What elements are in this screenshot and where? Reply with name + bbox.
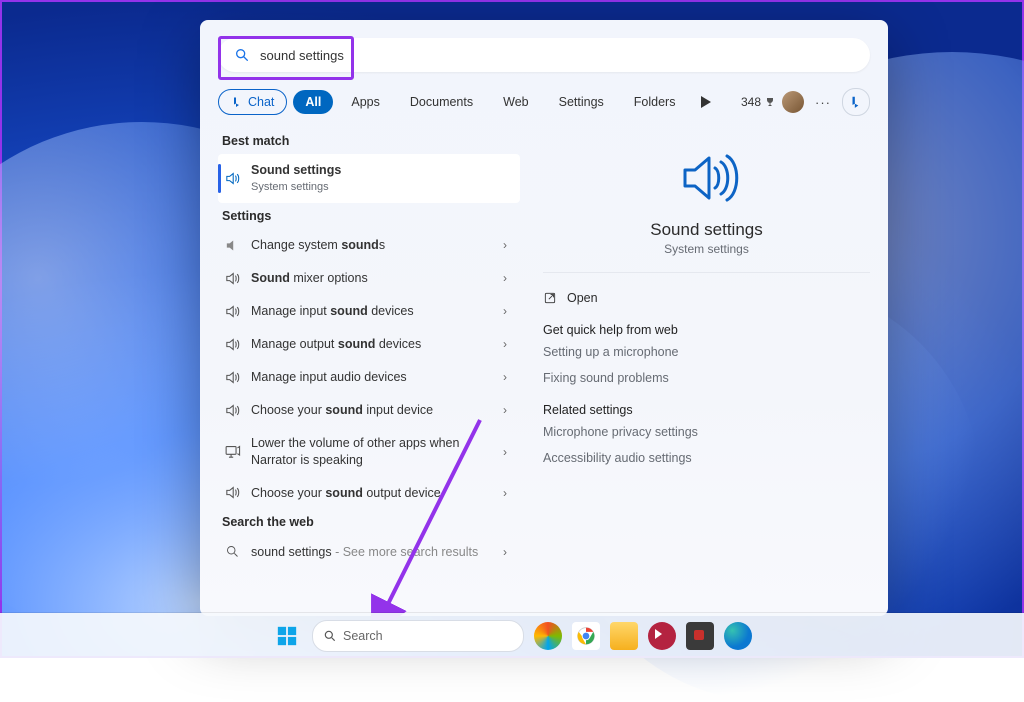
search-bar[interactable]	[218, 38, 870, 72]
settings-result[interactable]: Manage input sound devices›	[218, 295, 520, 328]
chevron-right-icon: ›	[498, 545, 512, 559]
trophy-icon	[764, 96, 776, 108]
search-input[interactable]	[258, 47, 854, 64]
speaker-icon	[224, 170, 241, 187]
filter-all[interactable]: All	[293, 90, 333, 114]
chevron-right-icon: ›	[498, 238, 512, 252]
settings-result[interactable]: Choose your sound output device›	[218, 476, 520, 509]
speaker-icon	[224, 303, 241, 320]
section-best-match: Best match	[218, 128, 520, 154]
result-web-search[interactable]: sound settings - See more search results…	[218, 535, 520, 568]
chevron-right-icon: ›	[498, 445, 512, 459]
result-best-match[interactable]: Sound settings System settings	[218, 154, 520, 203]
chevron-right-icon: ›	[498, 337, 512, 351]
quick-help-link[interactable]: Fixing sound problems	[543, 365, 870, 391]
best-match-title: Sound settings	[251, 163, 341, 177]
bing-button[interactable]	[842, 88, 870, 116]
chevron-right-icon: ›	[498, 304, 512, 318]
filter-folders[interactable]: Folders	[622, 90, 688, 114]
section-settings: Settings	[218, 203, 520, 229]
settings-result[interactable]: Sound mixer options›	[218, 262, 520, 295]
chevron-right-icon: ›	[498, 403, 512, 417]
speaker-icon	[224, 484, 241, 501]
filter-web[interactable]: Web	[491, 90, 540, 114]
speaker-icon	[224, 336, 241, 353]
taskbar-search[interactable]: Search	[312, 620, 524, 652]
results-column: Best match Sound settings System setting…	[200, 128, 520, 612]
bing-chat-icon	[231, 96, 243, 108]
settings-result[interactable]: Manage output sound devices›	[218, 328, 520, 361]
taskbar-app-chrome[interactable]	[572, 622, 600, 650]
open-icon	[543, 291, 557, 305]
settings-result[interactable]: Change system sounds›	[218, 229, 520, 262]
filter-chat[interactable]: Chat	[218, 89, 287, 115]
taskbar-app-copilot[interactable]	[534, 622, 562, 650]
quick-help-link[interactable]: Setting up a microphone	[543, 339, 870, 365]
start-search-panel: Chat All Apps Documents Web Settings Fol…	[200, 20, 888, 616]
best-match-subtitle: System settings	[251, 180, 512, 195]
preview-pane: Sound settings System settings Open Get …	[520, 128, 888, 612]
rewards-points[interactable]: 348	[741, 95, 776, 109]
action-open[interactable]: Open	[543, 285, 870, 311]
section-search-web: Search the web	[218, 509, 520, 535]
quick-help-heading: Get quick help from web	[543, 323, 870, 337]
settings-result[interactable]: Choose your sound input device›	[218, 394, 520, 427]
filter-apps[interactable]: Apps	[339, 90, 392, 114]
search-icon	[224, 543, 241, 560]
taskbar-app-media[interactable]	[648, 622, 676, 650]
settings-result[interactable]: Manage input audio devices›	[218, 361, 520, 394]
preview-title: Sound settings	[543, 220, 870, 240]
search-icon	[234, 47, 250, 63]
chevron-right-icon: ›	[498, 271, 512, 285]
speaker-icon	[224, 402, 241, 419]
speaker-icon	[224, 443, 241, 460]
filter-documents[interactable]: Documents	[398, 90, 485, 114]
speaker-icon	[224, 270, 241, 287]
start-button[interactable]	[272, 621, 302, 651]
speaker-large-icon	[675, 146, 739, 210]
related-heading: Related settings	[543, 403, 870, 417]
chevron-right-icon: ›	[498, 486, 512, 500]
chevron-right-icon: ›	[498, 370, 512, 384]
preview-subtitle: System settings	[543, 242, 870, 256]
taskbar-app-explorer[interactable]	[610, 622, 638, 650]
taskbar-app-dark[interactable]	[686, 622, 714, 650]
search-filters: Chat All Apps Documents Web Settings Fol…	[200, 82, 888, 128]
speaker-icon	[224, 237, 241, 254]
filter-settings[interactable]: Settings	[547, 90, 616, 114]
more-options[interactable]: ···	[810, 89, 836, 115]
play-icon[interactable]	[693, 89, 719, 115]
taskbar: Search	[0, 613, 1024, 658]
related-link[interactable]: Accessibility audio settings	[543, 445, 870, 471]
user-avatar[interactable]	[782, 91, 804, 113]
speaker-icon	[224, 369, 241, 386]
settings-result[interactable]: Lower the volume of other apps when Narr…	[218, 427, 520, 477]
search-icon	[323, 629, 337, 643]
related-link[interactable]: Microphone privacy settings	[543, 419, 870, 445]
taskbar-app-edge[interactable]	[724, 622, 752, 650]
